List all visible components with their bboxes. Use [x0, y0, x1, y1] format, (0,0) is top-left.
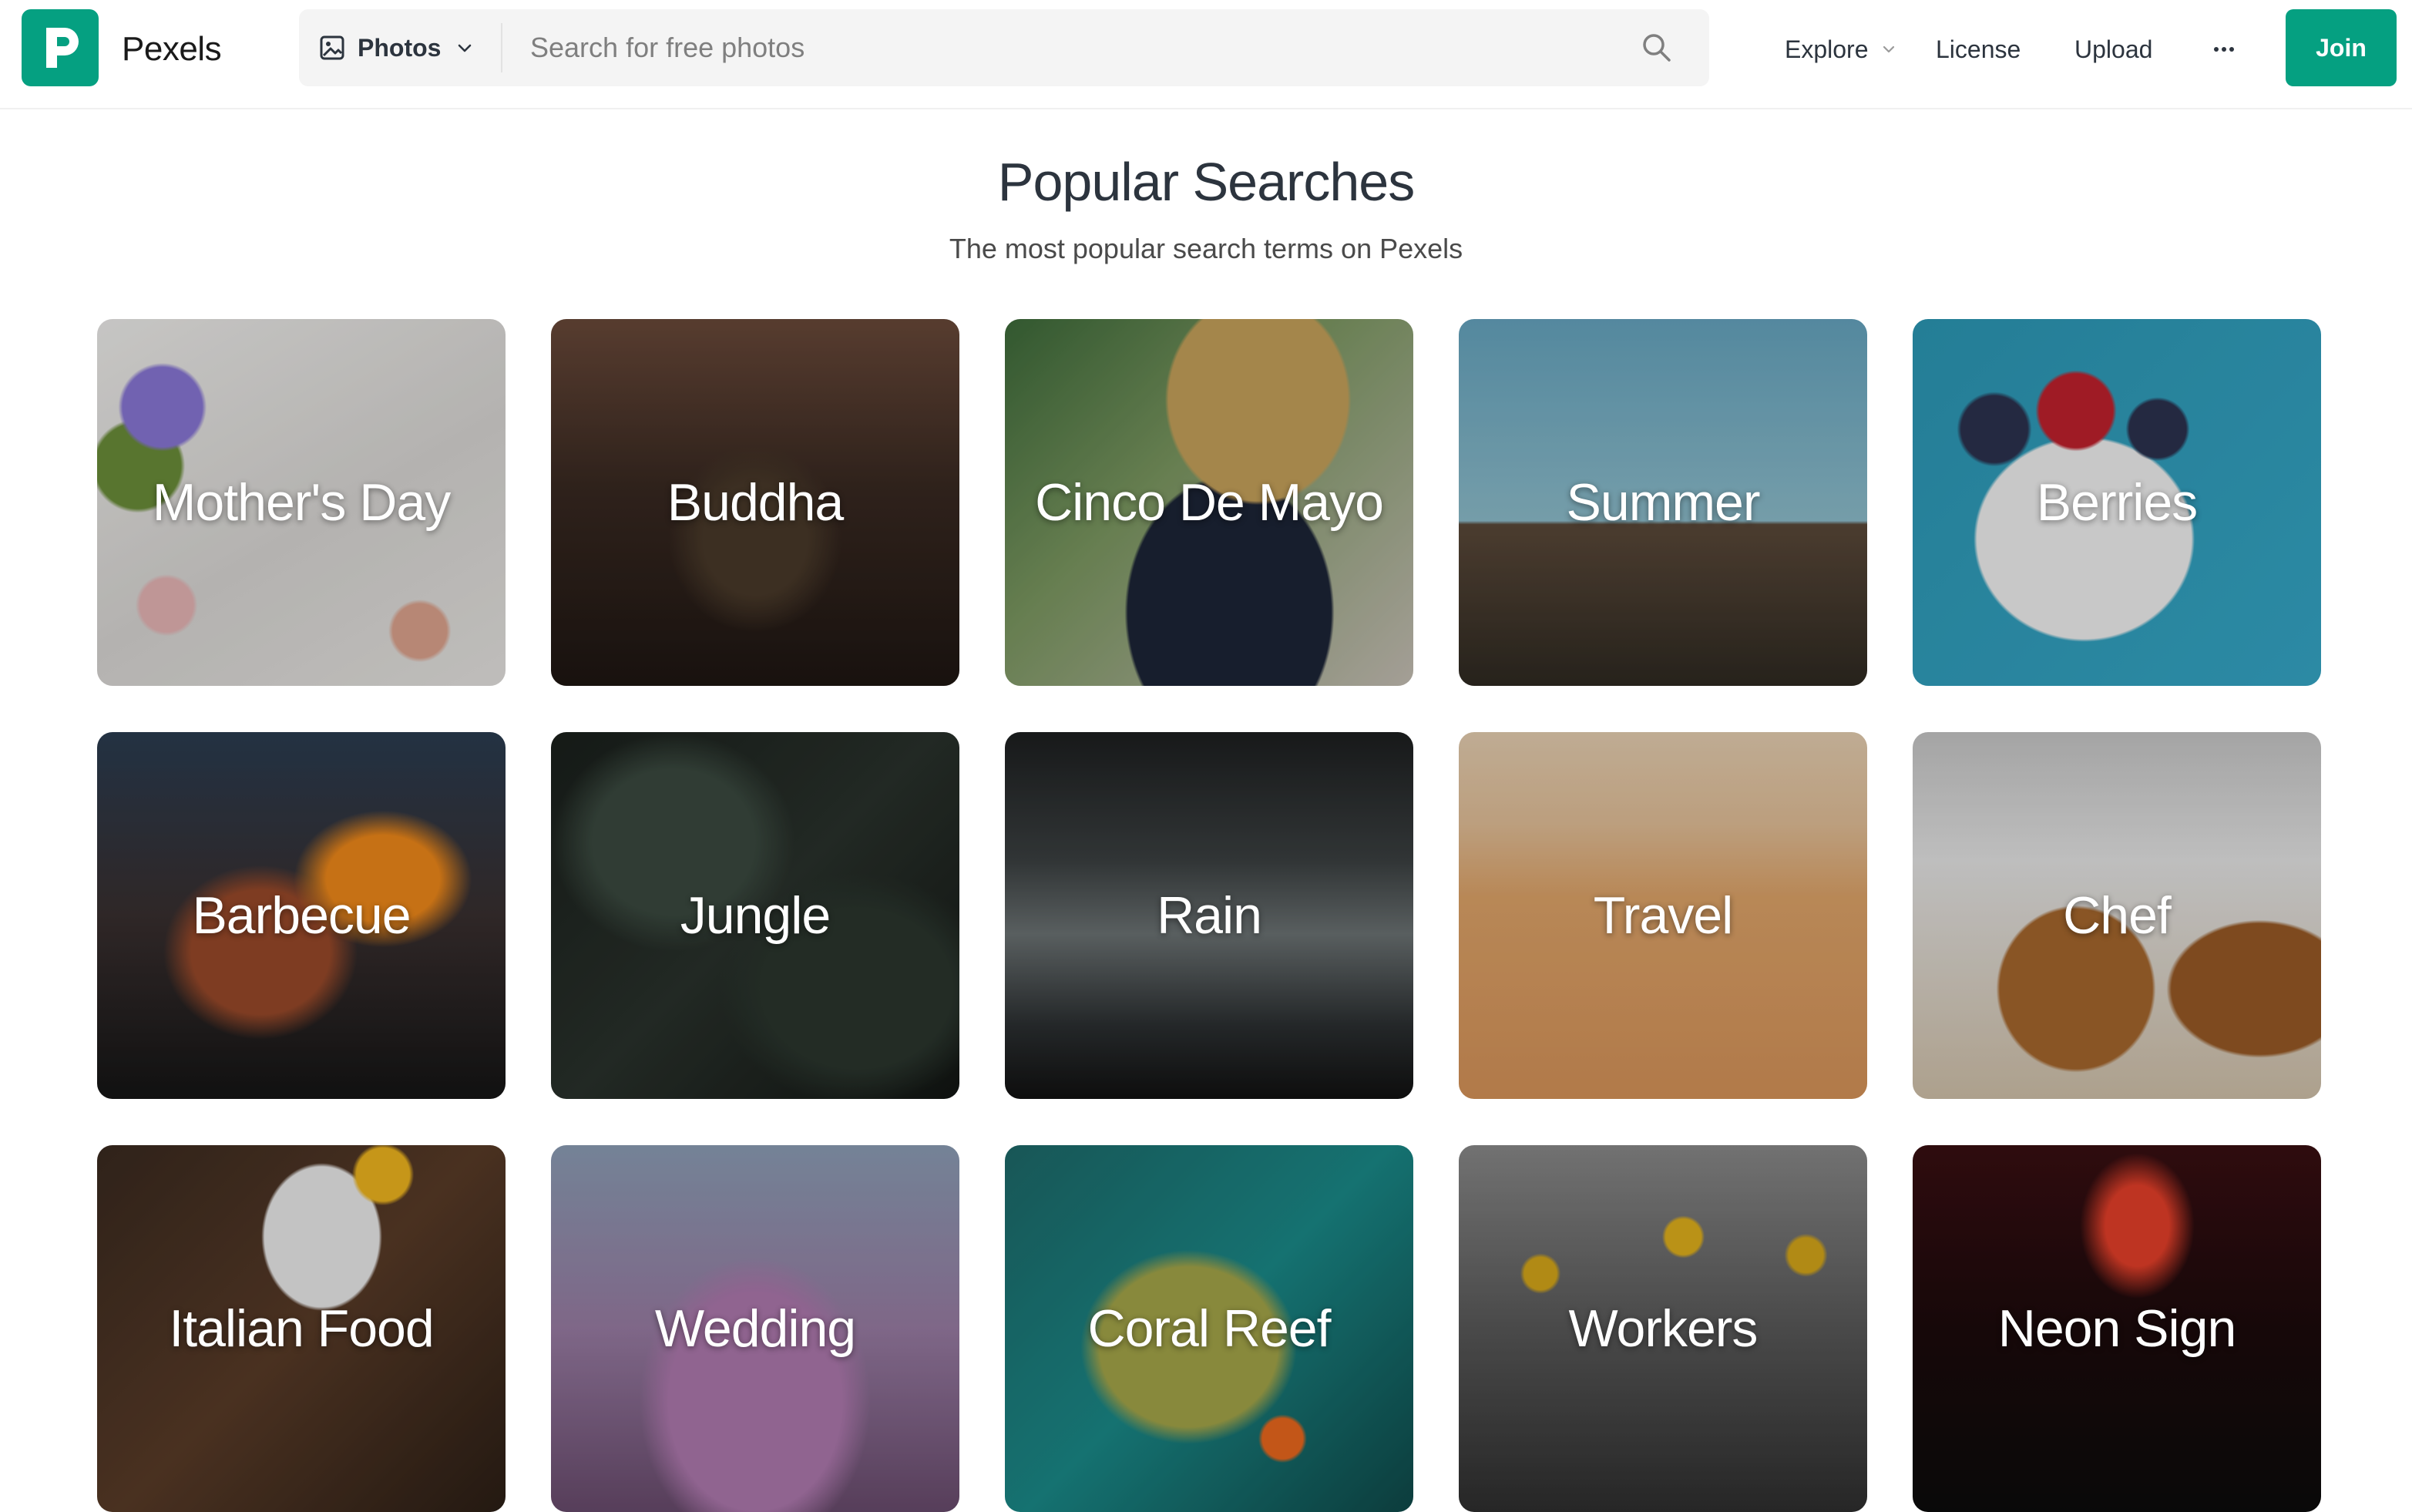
- search-type-dropdown[interactable]: Photos: [299, 9, 501, 86]
- tile-label: Travel: [1593, 886, 1733, 945]
- search-tile-neon-sign[interactable]: Neon Sign: [1913, 1145, 2321, 1512]
- nav-explore-label: Explore: [1785, 35, 1869, 63]
- tile-label: Summer: [1566, 473, 1761, 532]
- tile-label: Buddha: [667, 473, 844, 532]
- search-tile-chef[interactable]: Chef: [1913, 732, 2321, 1099]
- search-tile-jungle[interactable]: Jungle: [551, 732, 959, 1099]
- brand-name[interactable]: Pexels: [122, 28, 222, 71]
- search-bar: Photos: [299, 9, 1709, 86]
- page-subtitle: The most popular search terms on Pexels: [949, 233, 1463, 264]
- search-icon[interactable]: [1638, 29, 1675, 66]
- search-tile-barbecue[interactable]: Barbecue: [97, 732, 506, 1099]
- search-tile-rain[interactable]: Rain: [1005, 732, 1413, 1099]
- tile-label: Rain: [1157, 886, 1262, 945]
- search-tile-wedding[interactable]: Wedding: [551, 1145, 959, 1512]
- tile-label: Neon Sign: [1997, 1299, 2237, 1358]
- tile-label: Chef: [2063, 886, 2172, 945]
- tile-label: Cinco De Mayo: [1035, 473, 1384, 532]
- nav-upload[interactable]: Upload: [2074, 28, 2152, 71]
- search-type-label: Photos: [358, 33, 442, 62]
- more-horizontal-icon[interactable]: [2205, 31, 2242, 68]
- tile-label: Workers: [1568, 1299, 1759, 1358]
- tile-label: Italian Food: [169, 1299, 434, 1358]
- top-navbar: Pexels Photos Explore License Upload: [0, 0, 2412, 109]
- search-divider: [501, 23, 502, 72]
- tile-label: Coral Reef: [1087, 1299, 1331, 1358]
- nav-license[interactable]: License: [1936, 28, 2021, 71]
- pexels-logo-icon[interactable]: [22, 9, 99, 86]
- search-tile-travel[interactable]: Travel: [1459, 732, 1867, 1099]
- image-icon: [320, 35, 344, 60]
- search-tile-workers[interactable]: Workers: [1459, 1145, 1867, 1512]
- chevron-down-icon: [459, 44, 472, 52]
- tile-label: Wedding: [654, 1299, 856, 1358]
- search-tile-mothers-day[interactable]: Mother's Day: [97, 319, 506, 686]
- chevron-down-icon: [1883, 45, 1894, 53]
- page-title: Popular Searches: [997, 152, 1415, 212]
- tile-label: Mother's Day: [152, 473, 451, 532]
- search-input[interactable]: [530, 9, 1609, 86]
- search-tile-cinco-de-mayo[interactable]: Cinco De Mayo: [1005, 319, 1413, 686]
- search-tile-italian-food[interactable]: Italian Food: [97, 1145, 506, 1512]
- tile-label: Jungle: [680, 886, 831, 945]
- popular-searches-grid: Mother's Day Buddha Cinco De Mayo Summer…: [97, 319, 2321, 1512]
- search-tile-buddha[interactable]: Buddha: [551, 319, 959, 686]
- nav-explore[interactable]: Explore: [1785, 28, 1896, 71]
- search-tile-berries[interactable]: Berries: [1913, 319, 2321, 686]
- search-tile-summer[interactable]: Summer: [1459, 319, 1867, 686]
- join-button[interactable]: Join: [2286, 9, 2397, 86]
- search-tile-coral-reef[interactable]: Coral Reef: [1005, 1145, 1413, 1512]
- tile-label: Barbecue: [192, 886, 411, 945]
- tile-label: Berries: [2036, 473, 2198, 532]
